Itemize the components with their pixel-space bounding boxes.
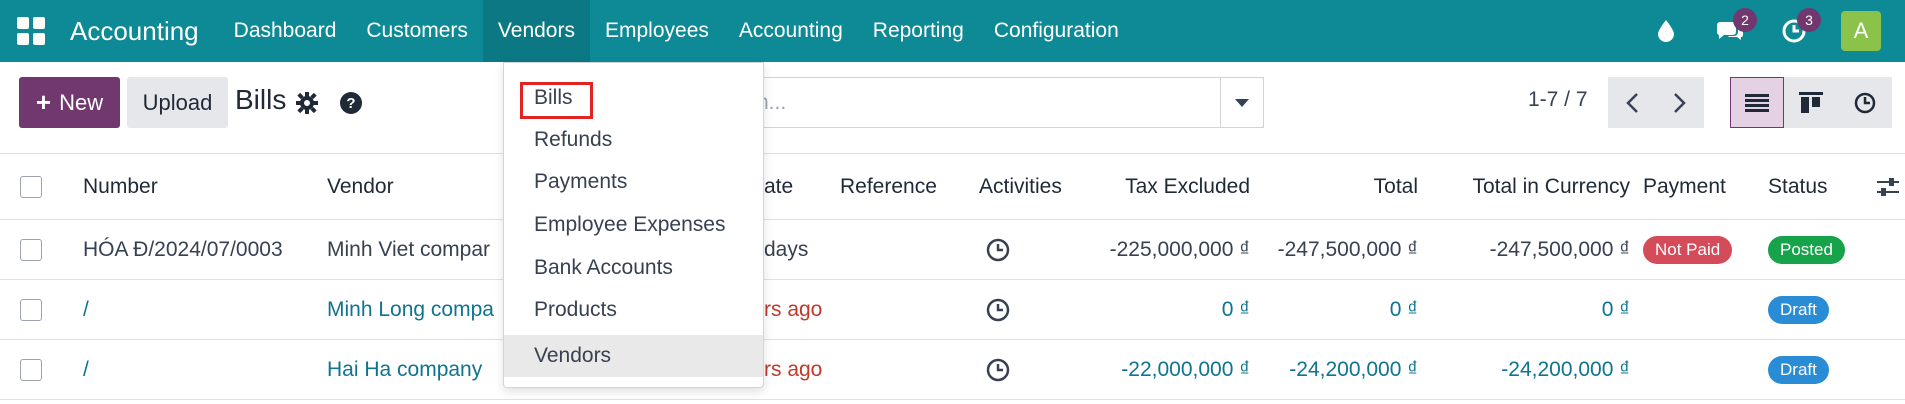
table-row[interactable]: / Minh Long compa rs ago 0 ₫ 0 ₫ 0 ₫ Dra… — [0, 280, 1905, 340]
status-badge: Posted — [1768, 220, 1845, 279]
cell-number: HÓA Đ/2024/07/0003 — [83, 237, 283, 261]
activity-clock-icon[interactable] — [985, 220, 1011, 279]
cell-total: -24,200,000 ₫ — [1289, 357, 1418, 381]
bills-list-table: Number Vendor ate Reference Activities T… — [0, 154, 1905, 400]
row-checkbox[interactable] — [20, 340, 42, 399]
menu-item-employee-expenses[interactable]: Employee Expenses — [504, 204, 763, 246]
page-title: Bills — [235, 84, 287, 115]
pager-next-button[interactable] — [1656, 77, 1704, 128]
search-options-toggle[interactable] — [1220, 77, 1264, 128]
systray: 2 3 A — [1649, 0, 1905, 62]
status-badge: Draft — [1768, 280, 1829, 339]
cell-date: days — [764, 237, 809, 261]
cell-tax-excluded: -225,000,000 ₫ — [1109, 237, 1250, 261]
help-icon[interactable]: ? — [340, 92, 362, 114]
cell-tax-excluded: 0 ₫ — [1221, 297, 1250, 321]
header-vendor[interactable]: Vendor — [327, 154, 394, 219]
header-number[interactable]: Number — [83, 154, 158, 219]
row-checkbox[interactable] — [20, 280, 42, 339]
bills-highlight-box — [520, 82, 593, 119]
nav-dashboard[interactable]: Dashboard — [219, 0, 352, 62]
cell-vendor: Minh Viet compar — [327, 237, 491, 261]
chevron-right-icon — [1674, 92, 1686, 113]
cell-total-currency: -24,200,000 ₫ — [1501, 357, 1630, 381]
control-panel: + New Upload Bills ? n... 1-7 / 7 — [0, 62, 1905, 154]
payment-badge: Not Paid — [1643, 220, 1733, 279]
kanban-icon — [1799, 91, 1823, 113]
app-brand[interactable]: Accounting — [70, 16, 199, 47]
cell-vendor: Minh Long compa — [327, 297, 494, 321]
messages-icon[interactable]: 2 — [1713, 8, 1757, 48]
kanban-view-button[interactable] — [1784, 77, 1838, 128]
apps-menu-icon[interactable] — [16, 16, 46, 46]
column-settings-icon[interactable] — [1875, 154, 1901, 219]
activities-badge: 3 — [1797, 8, 1821, 32]
activity-clock-icon[interactable] — [985, 340, 1011, 399]
nav-reporting[interactable]: Reporting — [858, 0, 979, 62]
nav-customers[interactable]: Customers — [351, 0, 483, 62]
chevron-left-icon — [1626, 92, 1638, 113]
cell-date: rs ago — [764, 357, 823, 381]
table-header: Number Vendor ate Reference Activities T… — [0, 154, 1905, 220]
header-activities[interactable]: Activities — [979, 154, 1062, 219]
cell-date: rs ago — [764, 297, 823, 321]
activity-clock-icon[interactable] — [985, 280, 1011, 339]
menu-item-products[interactable]: Products — [504, 289, 763, 331]
header-total[interactable]: Total — [1270, 154, 1418, 219]
table-row[interactable]: / Hai Ha company rs ago -22,000,000 ₫ -2… — [0, 340, 1905, 400]
menu-item-vendors[interactable]: Vendors — [504, 335, 763, 377]
activity-view-button[interactable] — [1838, 77, 1892, 128]
row-checkbox[interactable] — [20, 220, 42, 279]
caret-down-icon — [1235, 98, 1249, 107]
new-button[interactable]: + New — [19, 77, 120, 128]
header-tax-excluded[interactable]: Tax Excluded — [1090, 154, 1250, 219]
nav-vendors[interactable]: Vendors — [482, 0, 590, 62]
search-input[interactable]: n... — [740, 77, 1264, 128]
status-badge: Draft — [1768, 340, 1829, 399]
cell-vendor: Hai Ha company — [327, 357, 483, 381]
menu-item-bank-accounts[interactable]: Bank Accounts — [504, 247, 763, 289]
header-payment[interactable]: Payment — [1643, 154, 1726, 219]
activity-clock-icon[interactable]: 3 — [1777, 8, 1821, 48]
messages-badge: 2 — [1733, 8, 1757, 32]
header-reference[interactable]: Reference — [840, 154, 937, 219]
select-all-checkbox[interactable] — [20, 154, 42, 219]
gear-icon[interactable] — [296, 92, 318, 114]
user-avatar[interactable]: A — [1841, 11, 1881, 51]
plus-icon: + — [35, 87, 52, 117]
table-row[interactable]: HÓA Đ/2024/07/0003 Minh Viet compar days… — [0, 220, 1905, 280]
clock-icon — [1854, 92, 1876, 113]
top-navbar: Accounting Dashboard Customers Vendors E… — [0, 0, 1905, 62]
upload-button[interactable]: Upload — [127, 77, 228, 128]
nav-accounting[interactable]: Accounting — [724, 0, 858, 62]
cell-tax-excluded: -22,000,000 ₫ — [1121, 357, 1250, 381]
cell-number: / — [83, 297, 89, 321]
list-view-button[interactable] — [1730, 77, 1784, 128]
cell-total: 0 ₫ — [1389, 297, 1418, 321]
menu-item-refunds[interactable]: Refunds — [504, 119, 763, 161]
pager-previous-button[interactable] — [1608, 77, 1656, 128]
header-status[interactable]: Status — [1768, 154, 1828, 219]
nav-employees[interactable]: Employees — [590, 0, 724, 62]
pager-value[interactable]: 1-7 / 7 — [1528, 88, 1588, 112]
cell-number: / — [83, 357, 89, 381]
list-icon — [1745, 93, 1769, 112]
new-button-label: New — [59, 89, 104, 115]
cell-total-currency: 0 ₫ — [1601, 297, 1630, 321]
header-total-currency[interactable]: Total in Currency — [1430, 154, 1630, 219]
droplet-icon[interactable] — [1649, 14, 1683, 48]
menu-item-payments[interactable]: Payments — [504, 161, 763, 203]
cell-total: -247,500,000 ₫ — [1277, 237, 1418, 261]
cell-total-currency: -247,500,000 ₫ — [1489, 237, 1630, 261]
nav-configuration[interactable]: Configuration — [979, 0, 1134, 62]
header-date[interactable]: ate — [764, 154, 793, 219]
